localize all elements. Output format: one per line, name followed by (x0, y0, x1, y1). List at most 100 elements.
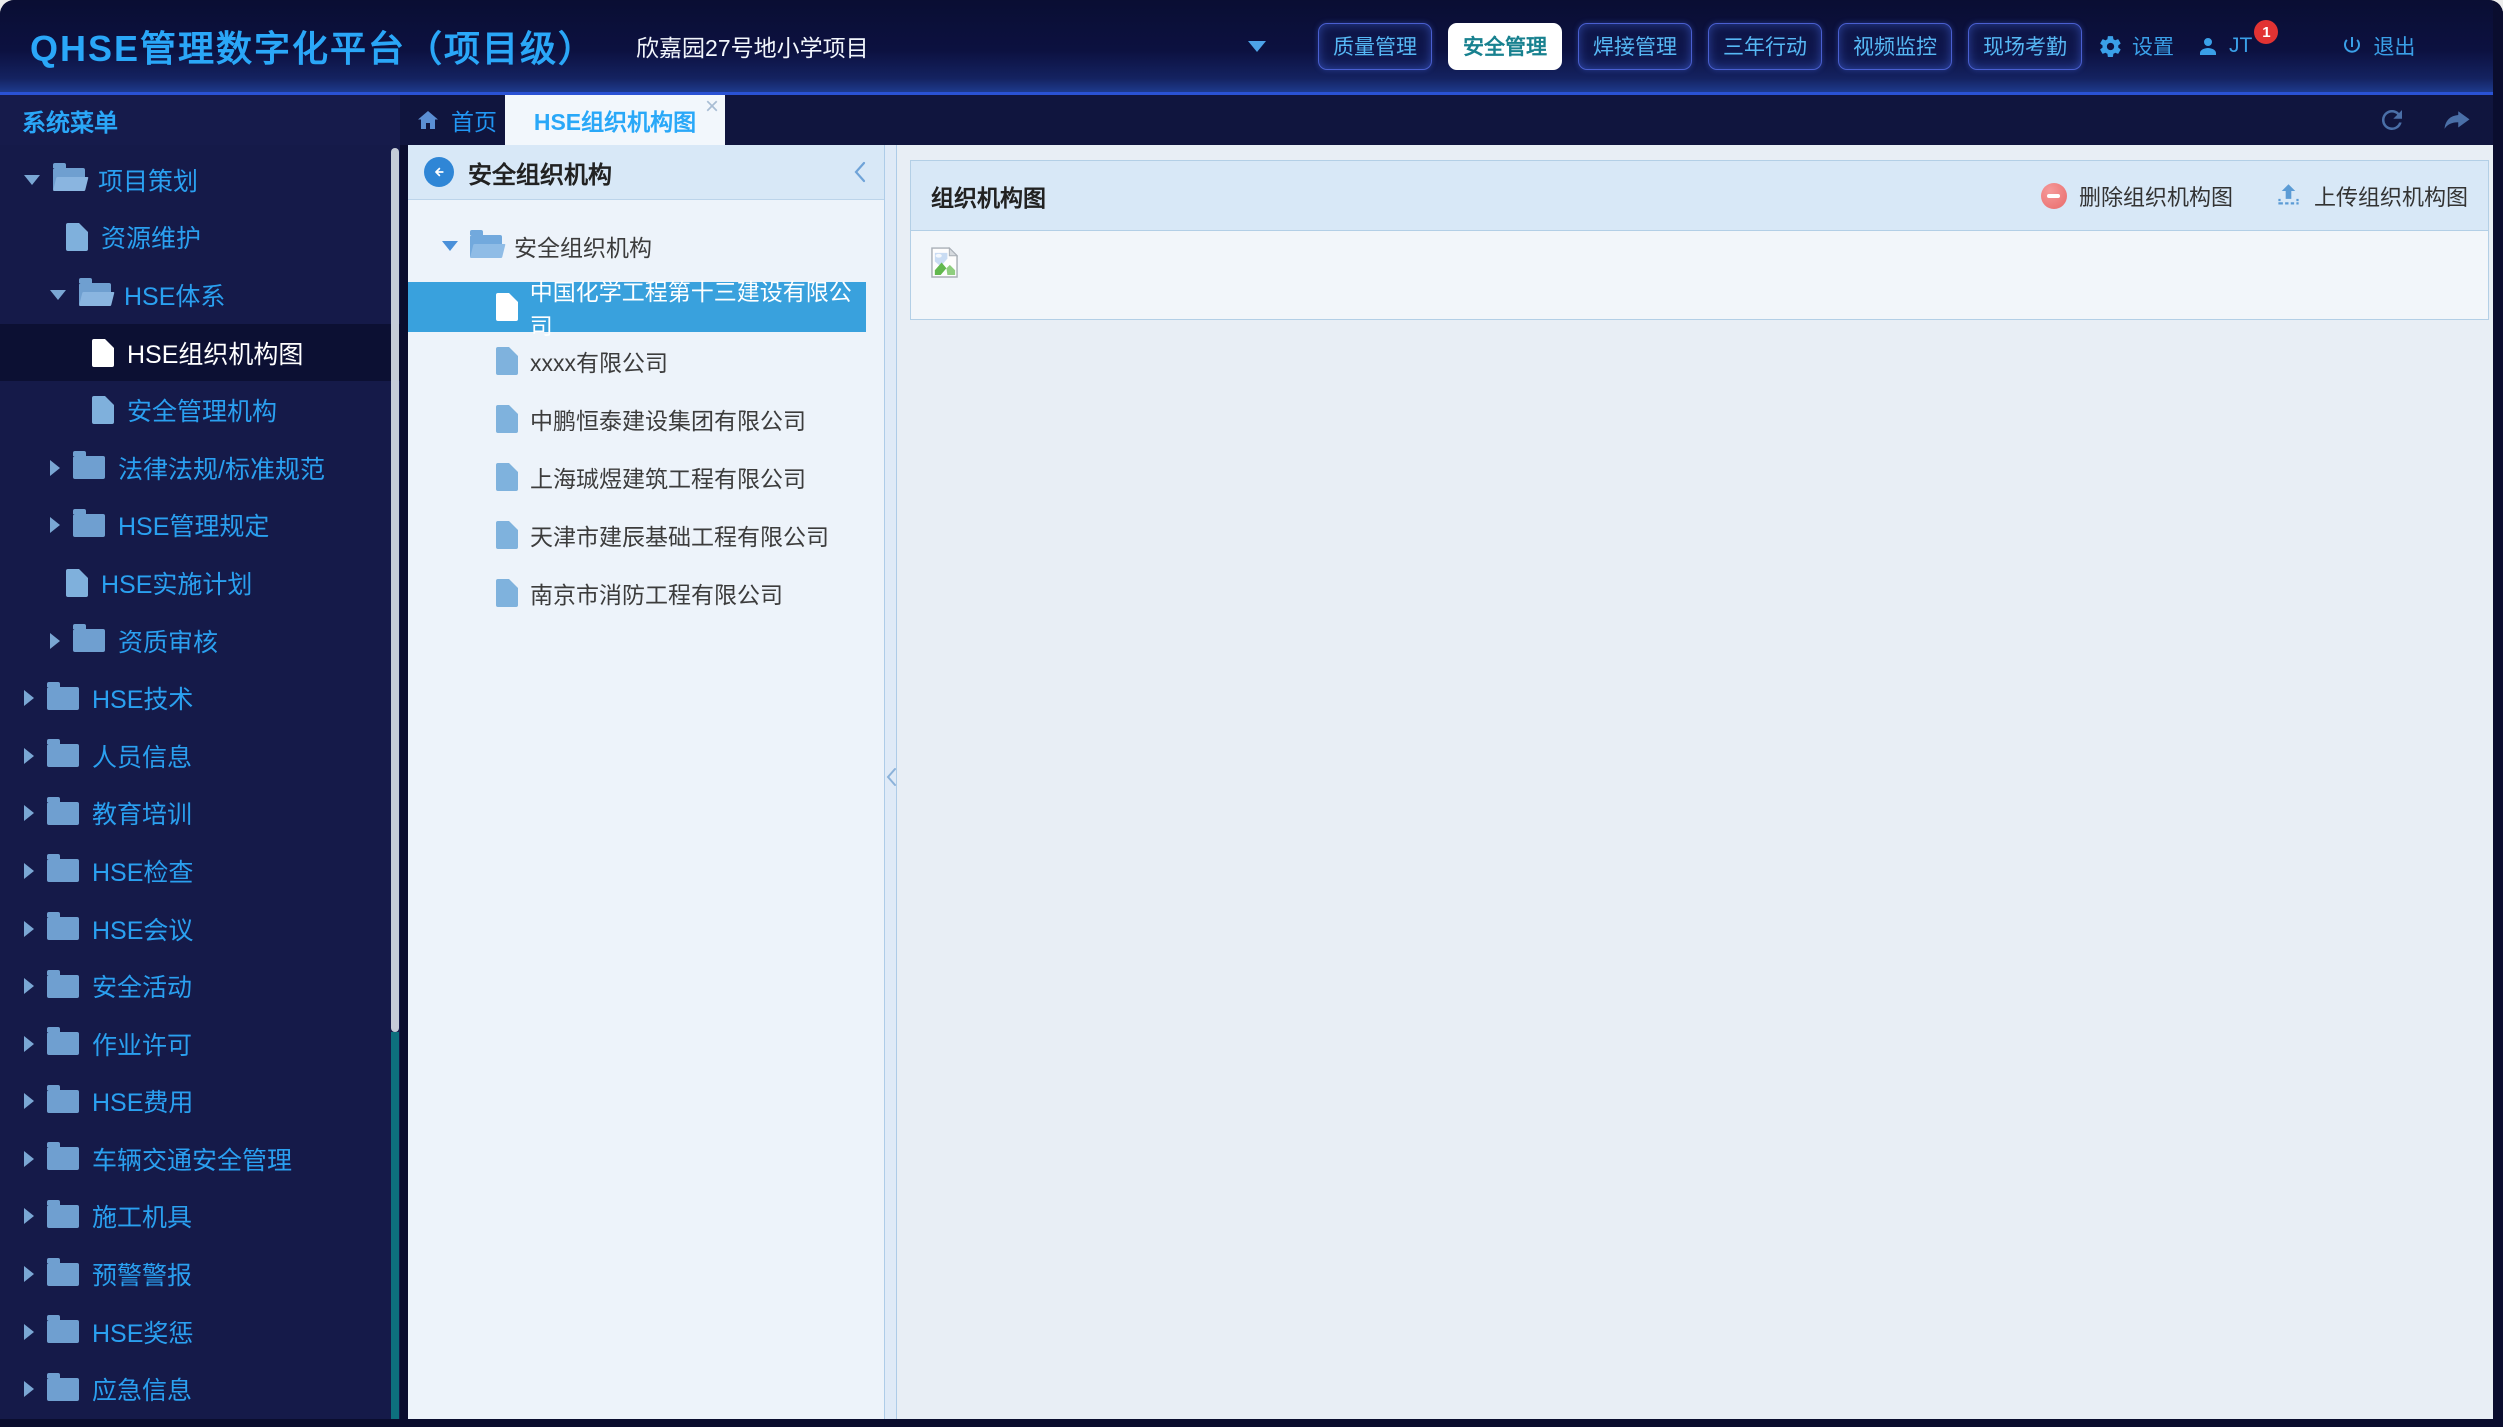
logout-button[interactable]: 退出 (2340, 31, 2415, 61)
sidebar-item-15[interactable]: 安全活动 (0, 957, 400, 1015)
sidebar-item-2[interactable]: 资源维护 (0, 209, 400, 267)
sidebar-item-9[interactable]: 资质审核 (0, 612, 400, 670)
sidebar-item-11[interactable]: 人员信息 (0, 727, 400, 785)
tree-company-row[interactable]: 上海珹煜建筑工程有限公司 (408, 448, 884, 506)
sidebar-item-4[interactable]: HSE组织机构图 (0, 323, 400, 382)
sidebar-item-19[interactable]: 施工机具 (0, 1188, 400, 1246)
sidebar-item-label: 车辆交通安全管理 (92, 1146, 293, 1175)
sidebar-item-label: 应急信息 (92, 1377, 193, 1406)
nav-quality-button[interactable]: 质量管理 (1318, 22, 1433, 70)
splitter-chevron-icon[interactable] (886, 767, 897, 792)
sidebar-item-label: HSE技术 (92, 686, 194, 715)
caret-right-icon (24, 920, 34, 937)
tab-home[interactable]: 首页 (415, 95, 497, 145)
sidebar-item-6[interactable]: 法律法规/标准规范 (0, 439, 400, 497)
nav-attendance-button[interactable]: 现场考勤 (1968, 22, 2083, 70)
doc-icon (496, 579, 518, 607)
header-nav: 质量管理 安全管理 焊接管理 三年行动 视频监控 现场考勤 (1318, 22, 2083, 70)
sidebar-item-13[interactable]: HSE检查 (0, 842, 400, 900)
org-tree-panel-title: 安全组织机构 (468, 161, 612, 189)
folder-icon (47, 1142, 79, 1171)
doc-icon (496, 521, 518, 549)
user-menu[interactable]: JT 1 (2196, 20, 2279, 58)
sidebar-item-3[interactable]: HSE体系 (0, 266, 400, 324)
caret-right-icon (50, 459, 60, 476)
sidebar-item-16[interactable]: 作业许可 (0, 1015, 400, 1073)
app-window: QHSE管理数字化平台（项目级） 欣嘉园27号地小学项目 质量管理 安全管理 焊… (0, 0, 2503, 1427)
delete-org-chart-button[interactable]: 删除组织机构图 (2040, 180, 2233, 212)
sidebar-item-label: 法律法规/标准规范 (118, 455, 325, 484)
sidebar-header: 系统菜单 (0, 95, 400, 145)
sidebar-item-22[interactable]: 应急信息 (0, 1360, 400, 1418)
folder-icon (47, 969, 79, 998)
caret-right-icon (24, 978, 34, 995)
nav-safety-button[interactable]: 安全管理 (1448, 22, 1563, 70)
folder-icon (47, 1027, 79, 1056)
home-icon (418, 111, 438, 129)
broken-image-icon[interactable] (931, 246, 959, 283)
sidebar-item-1[interactable]: 项目策划 (0, 151, 400, 209)
sidebar-item-21[interactable]: HSE奖惩 (0, 1303, 400, 1361)
delete-button-label: 删除组织机构图 (2078, 184, 2233, 210)
tree-root-node[interactable]: 安全组织机构 (408, 222, 884, 270)
app-title: QHSE管理数字化平台（项目级） (30, 28, 597, 69)
sidebar-item-label: 安全管理机构 (127, 398, 278, 427)
chevron-left-icon (854, 161, 866, 183)
logout-label: 退出 (2373, 36, 2416, 59)
refresh-icon[interactable] (2377, 105, 2407, 135)
sidebar-item-17[interactable]: HSE费用 (0, 1073, 400, 1131)
notification-badge[interactable]: 1 (2254, 20, 2279, 44)
project-selector[interactable]: 欣嘉园27号地小学项目 (636, 29, 1267, 63)
tree-company-row[interactable]: 南京市消防工程有限公司 (408, 564, 884, 622)
tree-company-row[interactable]: 天津市建辰基础工程有限公司 (408, 506, 884, 564)
sidebar-item-label: HSE实施计划 (101, 570, 253, 599)
caret-down-icon (24, 174, 40, 185)
sidebar-item-8[interactable]: HSE实施计划 (0, 554, 400, 612)
tree-company-row-selected[interactable]: 中国化学工程第十三建设有限公司 (408, 279, 866, 339)
org-tree-panel: 安全组织机构 安全组织机构 中国化学工程第十三建设有限公司 xxxx有限公司 中… (408, 145, 884, 1419)
forward-icon[interactable] (2441, 105, 2473, 135)
nav-welding-button[interactable]: 焊接管理 (1578, 22, 1693, 70)
sidebar-menu: 项目策划 资源维护 HSE体系 HSE组织机构图 安全管理机构 法律法规/标准规… (0, 145, 404, 1419)
folder-icon (47, 1199, 79, 1228)
content-area: 组织机构图 删除组织机构图 上传组织机构图 (897, 145, 2493, 1419)
sidebar-item-14[interactable]: HSE会议 (0, 900, 400, 958)
tab-actions (2377, 95, 2473, 145)
back-arrow-icon (435, 167, 444, 177)
sidebar-item-10[interactable]: HSE技术 (0, 669, 400, 727)
sidebar-item-5[interactable]: 安全管理机构 (0, 381, 400, 439)
gear-icon (2100, 35, 2121, 57)
nav-video-button[interactable]: 视频监控 (1838, 22, 1953, 70)
company-label: 天津市建辰基础工程有限公司 (530, 524, 829, 550)
project-name: 欣嘉园27号地小学项目 (636, 35, 869, 61)
tab-hse-org-chart[interactable]: HSE组织机构图 × (505, 93, 725, 145)
sidebar-item-18[interactable]: 车辆交通安全管理 (0, 1130, 400, 1188)
sidebar-item-20[interactable]: 预警警报 (0, 1245, 400, 1303)
close-icon[interactable]: × (705, 93, 719, 122)
nav-three-year-button[interactable]: 三年行动 (1708, 22, 1823, 70)
folder-icon (47, 739, 79, 768)
settings-button[interactable]: 设置 (2098, 31, 2174, 61)
sidebar-item-label: 安全活动 (92, 974, 193, 1003)
sidebar-scrollbar-track[interactable] (391, 1032, 399, 1419)
collapse-panel-button[interactable] (852, 160, 868, 184)
back-button[interactable] (424, 157, 454, 187)
doc-icon (496, 347, 518, 375)
sidebar-item-12[interactable]: 教育培训 (0, 785, 400, 843)
caret-right-icon (24, 862, 34, 879)
upload-button-label: 上传组织机构图 (2313, 184, 2468, 210)
company-label: 上海珹煜建筑工程有限公司 (530, 466, 806, 492)
folder-icon (73, 508, 105, 537)
sidebar-item-label: 施工机具 (92, 1204, 193, 1233)
tree-company-row[interactable]: 中鹏恒泰建设集团有限公司 (408, 390, 884, 448)
org-chart-title: 组织机构图 (931, 184, 1046, 211)
sidebar-item-label: 预警警报 (92, 1262, 193, 1291)
folder-icon (73, 624, 105, 653)
panel-splitter[interactable] (884, 145, 897, 1419)
company-label: 中鹏恒泰建设集团有限公司 (530, 408, 806, 434)
sidebar-scrollbar-thumb[interactable] (391, 148, 399, 1032)
window-frame-right (2493, 0, 2503, 1427)
upload-org-chart-button[interactable]: 上传组织机构图 (2275, 180, 2468, 212)
caret-right-icon (50, 632, 60, 649)
sidebar-item-7[interactable]: HSE管理规定 (0, 497, 400, 555)
